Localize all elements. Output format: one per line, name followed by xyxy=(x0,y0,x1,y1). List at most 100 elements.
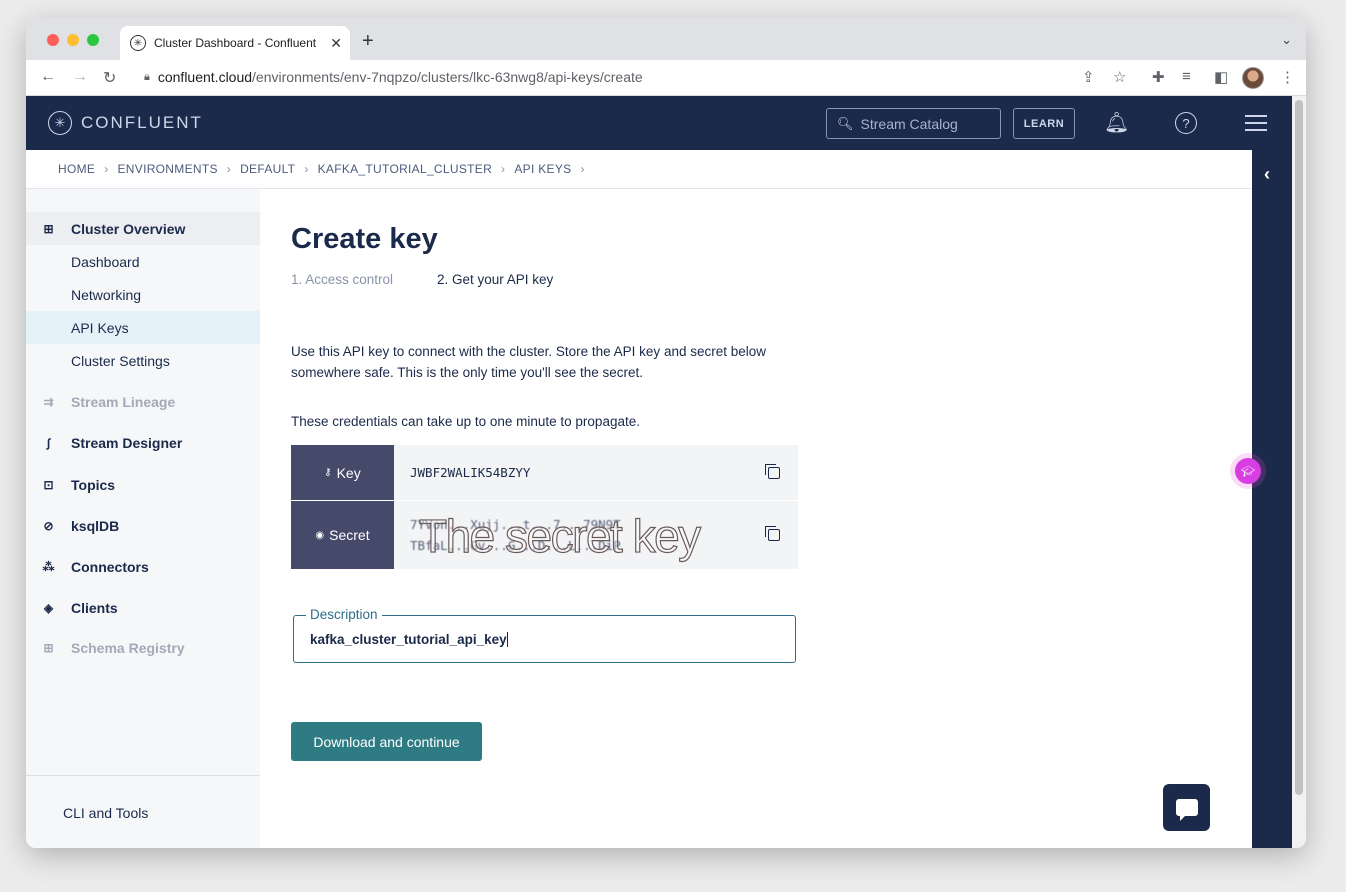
sidebar-item-schema-registry[interactable]: ⊞ Schema Registry xyxy=(26,631,260,664)
close-window-button[interactable] xyxy=(47,34,59,46)
scrollbar-thumb[interactable] xyxy=(1295,100,1303,795)
key-label-text: Key xyxy=(336,464,361,481)
close-tab-icon[interactable]: ✕ xyxy=(330,35,342,52)
sidebar-item-stream-lineage[interactable]: ⇉ Stream Lineage xyxy=(26,385,260,418)
right-rail: ‹ xyxy=(1252,150,1292,848)
secret-label: ◉ Secret xyxy=(291,501,394,569)
sidebar-item-ksqldb[interactable]: ⊘ ksqlDB xyxy=(26,509,260,542)
download-and-continue-button[interactable]: Download and continue xyxy=(291,722,482,761)
sidebar-item-label: API Keys xyxy=(71,319,129,336)
sidebar-item-clients[interactable]: ◈ Clients xyxy=(26,591,260,624)
credentials-table: ⚷ Key JWBF2WALIK54BZYY ◉ Secret 7YVon...Xu… xyxy=(291,445,798,570)
text-caret xyxy=(506,632,508,647)
search-placeholder: Stream Catalog xyxy=(860,115,958,132)
breadcrumb-home[interactable]: HOME xyxy=(58,162,95,176)
search-icon: 🔍︎ xyxy=(837,115,854,131)
confluent-logo[interactable]: ✳ CONFLUENT xyxy=(48,111,203,135)
breadcrumb-api-keys[interactable]: API KEYS xyxy=(514,162,571,176)
browser-tab[interactable]: ✳ Cluster Dashboard - Confluent ✕ xyxy=(120,26,350,60)
cli-and-tools-link[interactable]: CLI and Tools xyxy=(63,805,148,821)
description-input[interactable]: kafka_cluster_tutorial_api_key xyxy=(310,632,508,647)
description-label: Description xyxy=(306,607,382,622)
chevron-left-icon[interactable]: ‹ xyxy=(1264,164,1270,185)
page-content: ✳ CONFLUENT 🔍︎ Stream Catalog LEARN 🔔︎ ?… xyxy=(26,96,1306,848)
side-panel-icon[interactable]: ◧ xyxy=(1214,68,1228,86)
sidebar-item-stream-designer[interactable]: ∫ Stream Designer xyxy=(26,426,260,459)
reload-icon[interactable]: ↻ xyxy=(103,68,116,88)
lineage-icon: ⇉ xyxy=(43,394,54,409)
hamburger-menu-icon[interactable] xyxy=(1245,110,1267,136)
breadcrumb-separator-icon: › xyxy=(501,162,506,176)
url-path: /environments/env-7nqpzo/clusters/lkc-63… xyxy=(252,69,643,85)
sidebar-item-label: Dashboard xyxy=(71,253,140,270)
profile-avatar[interactable] xyxy=(1242,67,1264,89)
sidebar-item-cluster-settings[interactable]: Cluster Settings xyxy=(26,344,260,377)
breadcrumb-environments[interactable]: ENVIRONMENTS xyxy=(118,162,218,176)
tab-strip: ✳ Cluster Dashboard - Confluent ✕ + ⌄ xyxy=(26,18,1306,60)
step-access-control[interactable]: 1. Access control xyxy=(291,272,393,287)
help-icon[interactable]: ? xyxy=(1175,112,1197,134)
sidebar-item-connectors[interactable]: ⁂ Connectors xyxy=(26,550,260,583)
sidebar-item-label: Cluster Settings xyxy=(71,352,170,369)
scrollbar[interactable] xyxy=(1292,96,1306,848)
reading-list-icon[interactable]: ≡ xyxy=(1182,68,1191,85)
bookmark-star-icon[interactable]: ☆ xyxy=(1113,68,1126,86)
lock-icon: 🔒︎ xyxy=(144,70,150,83)
sidebar-item-label: Cluster Overview xyxy=(71,220,186,237)
breadcrumb-separator-icon: › xyxy=(580,162,585,176)
sidebar-item-networking[interactable]: Networking xyxy=(26,278,260,311)
breadcrumb-separator-icon: › xyxy=(104,162,109,176)
secret-label-text: Secret xyxy=(329,527,370,543)
copy-key-icon[interactable] xyxy=(765,463,780,479)
sidebar-item-label: Topics xyxy=(71,476,116,493)
new-tab-icon[interactable]: + xyxy=(362,30,374,53)
learn-button[interactable]: LEARN xyxy=(1013,108,1075,139)
info-text: Use this API key to connect with the clu… xyxy=(291,344,766,380)
forward-icon[interactable]: → xyxy=(72,68,88,86)
breadcrumb-separator-icon: › xyxy=(226,162,232,176)
more-menu-icon[interactable]: ⋮ xyxy=(1280,68,1295,86)
stream-designer-icon: ∫ xyxy=(46,435,51,450)
maximize-window-button[interactable] xyxy=(87,34,99,46)
breadcrumb-default[interactable]: DEFAULT xyxy=(240,162,295,176)
browser-toolbar: ← → ↻ 🔒︎ confluent.cloud /environments/e… xyxy=(26,60,1306,96)
back-icon[interactable]: ← xyxy=(40,68,56,86)
sidebar-item-label: Schema Registry xyxy=(71,639,185,656)
sidebar-item-cluster-overview[interactable]: ⊞ Cluster Overview xyxy=(26,212,260,245)
eye-icon[interactable]: ◉ xyxy=(315,530,324,541)
step-get-api-key: 2. Get your API key xyxy=(437,272,554,287)
key-label: ⚷ Key xyxy=(291,445,394,500)
ksqldb-icon: ⊘ xyxy=(43,518,54,533)
sidebar-item-api-keys[interactable]: API Keys xyxy=(26,311,260,344)
description-value: kafka_cluster_tutorial_api_key xyxy=(310,632,507,647)
key-icon: ⚷ xyxy=(324,467,332,478)
share-icon[interactable]: ⇪ xyxy=(1082,68,1095,86)
confluent-favicon-icon: ✳ xyxy=(130,35,146,51)
graduation-cap-icon: 🎓︎ xyxy=(1235,458,1261,484)
sidebar-item-dashboard[interactable]: Dashboard xyxy=(26,245,260,278)
description-field[interactable]: Description kafka_cluster_tutorial_api_k… xyxy=(293,607,796,663)
stream-catalog-search[interactable]: 🔍︎ Stream Catalog xyxy=(826,108,1001,139)
chevron-down-icon[interactable]: ⌄ xyxy=(1281,32,1292,48)
learning-assistant-button[interactable]: 🎓︎ xyxy=(1230,453,1266,489)
sidebar-item-label: ksqlDB xyxy=(71,517,120,534)
grid-icon: ⊞ xyxy=(43,221,54,236)
copy-secret-icon[interactable] xyxy=(765,526,780,541)
sidebar-item-topics[interactable]: ⊡ Topics xyxy=(26,468,260,501)
bell-icon[interactable]: 🔔︎ xyxy=(1104,110,1129,135)
tab-title: Cluster Dashboard - Confluent xyxy=(154,36,317,50)
breadcrumb: HOME › ENVIRONMENTS › DEFAULT › KAFKA_TUTOR… xyxy=(26,150,1252,189)
connectors-icon: ⁂ xyxy=(42,559,55,574)
chat-button[interactable] xyxy=(1163,784,1210,831)
extensions-icon[interactable]: ✚ xyxy=(1152,68,1165,86)
address-bar[interactable]: 🔒︎ confluent.cloud /environments/env-7nq… xyxy=(144,69,643,85)
breadcrumb-cluster[interactable]: KAFKA_TUTORIAL_CLUSTER xyxy=(318,162,492,176)
propagate-text: These credentials can take up to one min… xyxy=(291,414,640,429)
chat-bubble-icon xyxy=(1175,799,1198,821)
sidebar-divider xyxy=(26,775,260,776)
browser-window: ✳ Cluster Dashboard - Confluent ✕ + ⌄ ← … xyxy=(26,18,1306,848)
key-value[interactable]: JWBF2WALIK54BZYY xyxy=(394,445,798,500)
minimize-window-button[interactable] xyxy=(67,34,79,46)
schema-registry-icon: ⊞ xyxy=(43,640,54,655)
confluent-logo-icon: ✳ xyxy=(48,111,72,135)
